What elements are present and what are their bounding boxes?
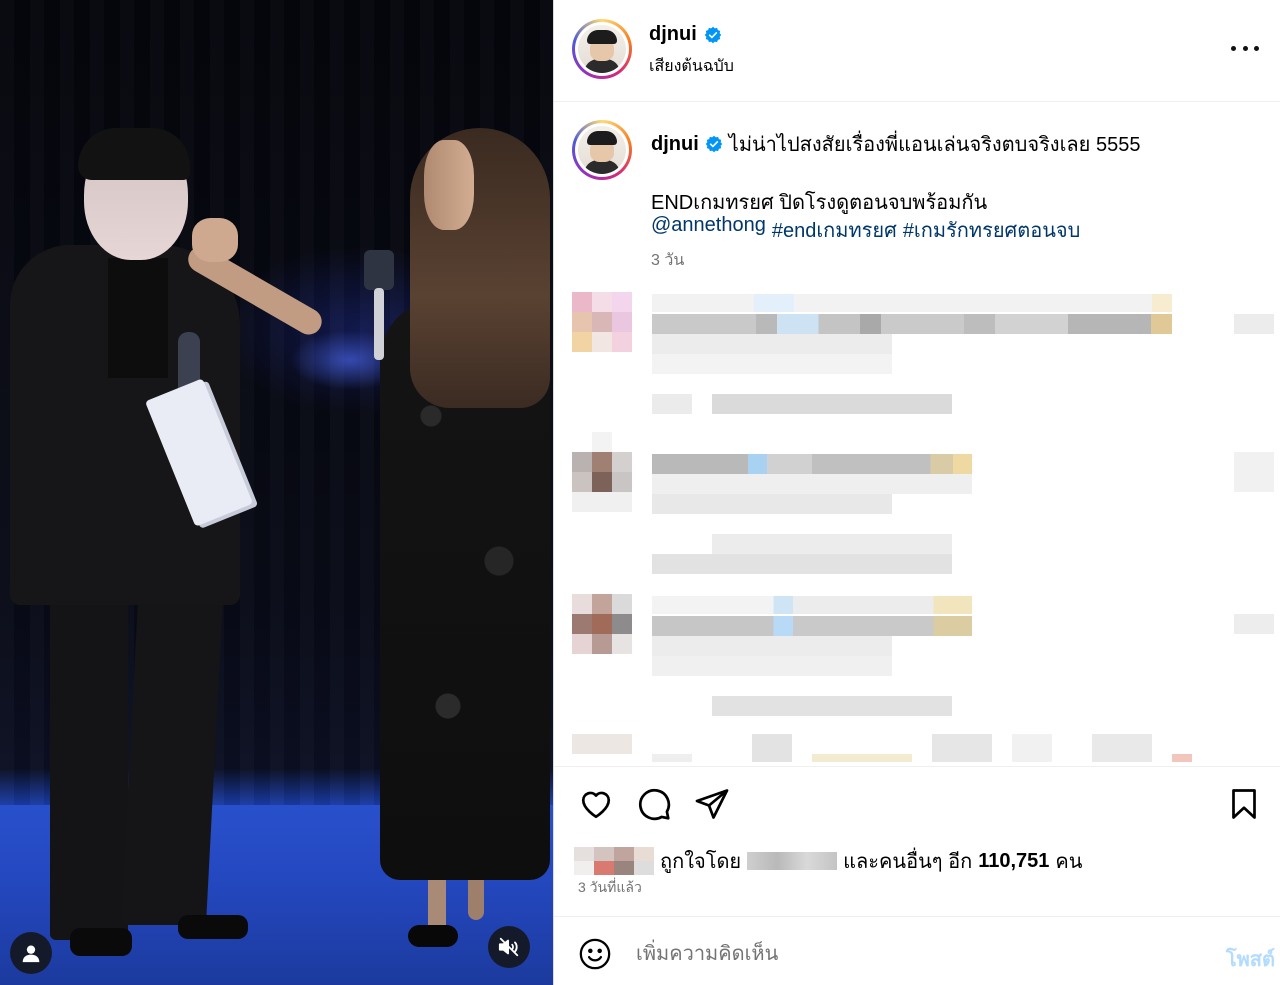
avatar[interactable] xyxy=(572,120,632,180)
more-horizontal-icon xyxy=(1231,45,1236,51)
bookmark-icon[interactable] xyxy=(1226,786,1262,822)
blurred-comment xyxy=(554,292,1280,414)
more-options-button[interactable] xyxy=(1231,36,1259,60)
mention-link[interactable]: @annethong xyxy=(651,214,766,246)
caption-timestamp[interactable]: 3 วัน xyxy=(651,248,684,273)
caption-text: ไม่น่าไปสงสัยเรื่องพี่แอนเล่นจริงตบจริงเ… xyxy=(728,134,1141,156)
caption-username[interactable]: djnui xyxy=(651,133,699,156)
post-panel: djnui เสียงต้นฉบับ djnui ไม่น่าไปสงสัยเร… xyxy=(553,0,1280,985)
comments-section[interactable]: djnui ไม่น่าไปสงสัยเรื่องพี่แอนเล่นจริงต… xyxy=(554,102,1280,762)
caption-tags: @annethong #endเกมทรยศ #เกมรักทรยศตอนจบ xyxy=(651,214,1080,246)
liked-by-label: ถูกใจโดย xyxy=(660,851,742,873)
blurred-comment xyxy=(554,432,1280,582)
post-comment-button[interactable]: โพสต์ xyxy=(1226,943,1275,975)
post-header: djnui เสียงต้นฉบับ xyxy=(554,0,1280,102)
avatar[interactable] xyxy=(572,19,632,79)
liker-avatars[interactable] xyxy=(574,847,654,875)
heart-icon[interactable] xyxy=(578,786,614,822)
person-icon xyxy=(22,945,40,963)
mute-button[interactable] xyxy=(488,926,530,968)
smiley-icon[interactable] xyxy=(578,937,612,971)
hashtag-link[interactable]: #เกมรักทรยศตอนจบ xyxy=(903,214,1081,246)
and-others-label: และคนอื่นๆ อีก xyxy=(843,851,973,873)
post-actions xyxy=(578,786,1258,826)
blurred-comment xyxy=(554,594,1280,724)
muted-speaker-icon xyxy=(498,937,519,957)
speech-bubble-icon[interactable] xyxy=(636,786,672,822)
blurred-username[interactable] xyxy=(747,852,838,870)
audio-label[interactable]: เสียงต้นฉบับ xyxy=(649,54,734,79)
hashtag-link[interactable]: #endเกมทรยศ xyxy=(772,214,897,246)
tagged-people-button[interactable] xyxy=(10,932,52,974)
author-username[interactable]: djnui xyxy=(649,23,697,46)
paper-plane-icon[interactable] xyxy=(694,786,730,822)
blurred-comment xyxy=(554,734,1280,762)
verified-badge-icon xyxy=(704,26,722,43)
likes-summary: ถูกใจโดย และคนอื่นๆ อีก 110,751 คน xyxy=(574,846,1082,876)
add-comment-bar: โพสต์ xyxy=(554,916,1280,985)
people-unit: คน xyxy=(1055,851,1083,873)
comment-input[interactable] xyxy=(636,935,1196,973)
likes-count[interactable]: 110,751 xyxy=(978,850,1049,873)
post-video[interactable] xyxy=(0,0,553,985)
verified-badge-icon xyxy=(705,135,723,153)
caption: djnui ไม่น่าไปสงสัยเรื่องพี่แอนเล่นจริงต… xyxy=(651,128,1140,160)
man-figure xyxy=(50,580,128,940)
microphone xyxy=(364,250,394,360)
post-date[interactable]: 3 วันที่แล้ว xyxy=(578,877,642,899)
